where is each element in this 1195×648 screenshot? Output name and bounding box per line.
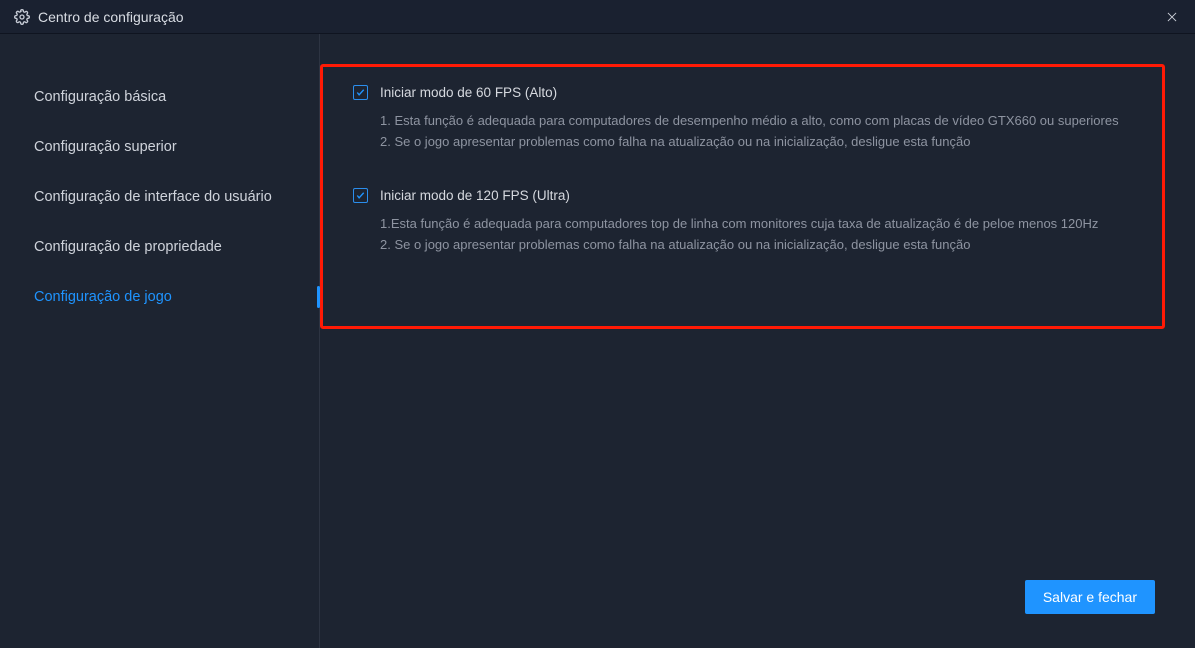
setting-fps120: Iniciar modo de 120 FPS (Ultra) 1.Esta f… bbox=[353, 188, 1132, 255]
sidebar-item-game[interactable]: Configuração de jogo bbox=[0, 272, 319, 322]
sidebar-item-label: Configuração de jogo bbox=[34, 289, 172, 305]
desc-line: 2. Se o jogo apresentar problemas como f… bbox=[380, 131, 1132, 152]
check-icon bbox=[355, 87, 366, 98]
desc-line: 2. Se o jogo apresentar problemas como f… bbox=[380, 234, 1132, 255]
setting-title: Iniciar modo de 60 FPS (Alto) bbox=[380, 85, 557, 100]
highlight-box: Iniciar modo de 60 FPS (Alto) 1. Esta fu… bbox=[320, 64, 1165, 329]
desc-line: 1.Esta função é adequada para computador… bbox=[380, 213, 1132, 234]
sidebar-item-advanced[interactable]: Configuração superior bbox=[0, 122, 319, 172]
sidebar-item-basic[interactable]: Configuração básica bbox=[0, 72, 319, 122]
close-icon bbox=[1165, 10, 1179, 24]
setting-row: Iniciar modo de 120 FPS (Ultra) bbox=[353, 188, 1132, 203]
setting-row: Iniciar modo de 60 FPS (Alto) bbox=[353, 85, 1132, 100]
sidebar-item-label: Configuração superior bbox=[34, 139, 177, 155]
sidebar-item-property[interactable]: Configuração de propriedade bbox=[0, 222, 319, 272]
setting-title: Iniciar modo de 120 FPS (Ultra) bbox=[380, 188, 570, 203]
close-button[interactable] bbox=[1161, 6, 1183, 28]
checkbox-fps60[interactable] bbox=[353, 85, 368, 100]
sidebar-item-label: Configuração de propriedade bbox=[34, 239, 222, 255]
content-pane: Iniciar modo de 60 FPS (Alto) 1. Esta fu… bbox=[320, 34, 1195, 648]
setting-desc: 1.Esta função é adequada para computador… bbox=[380, 213, 1132, 255]
gear-icon bbox=[14, 9, 30, 25]
window-title: Centro de configuração bbox=[38, 9, 1161, 25]
sidebar: Configuração básica Configuração superio… bbox=[0, 34, 320, 648]
setting-desc: 1. Esta função é adequada para computado… bbox=[380, 110, 1132, 152]
settings-window: Centro de configuração Configuração bási… bbox=[0, 0, 1195, 648]
sidebar-item-label: Configuração básica bbox=[34, 89, 166, 105]
desc-line: 1. Esta função é adequada para computado… bbox=[380, 110, 1132, 131]
check-icon bbox=[355, 190, 366, 201]
sidebar-list: Configuração básica Configuração superio… bbox=[0, 72, 319, 322]
save-and-close-button[interactable]: Salvar e fechar bbox=[1025, 580, 1155, 614]
titlebar: Centro de configuração bbox=[0, 0, 1195, 34]
body: Configuração básica Configuração superio… bbox=[0, 34, 1195, 648]
checkbox-fps120[interactable] bbox=[353, 188, 368, 203]
setting-fps60: Iniciar modo de 60 FPS (Alto) 1. Esta fu… bbox=[353, 85, 1132, 152]
sidebar-item-label: Configuração de interface do usuário bbox=[34, 189, 272, 205]
sidebar-item-ui[interactable]: Configuração de interface do usuário bbox=[0, 172, 319, 222]
